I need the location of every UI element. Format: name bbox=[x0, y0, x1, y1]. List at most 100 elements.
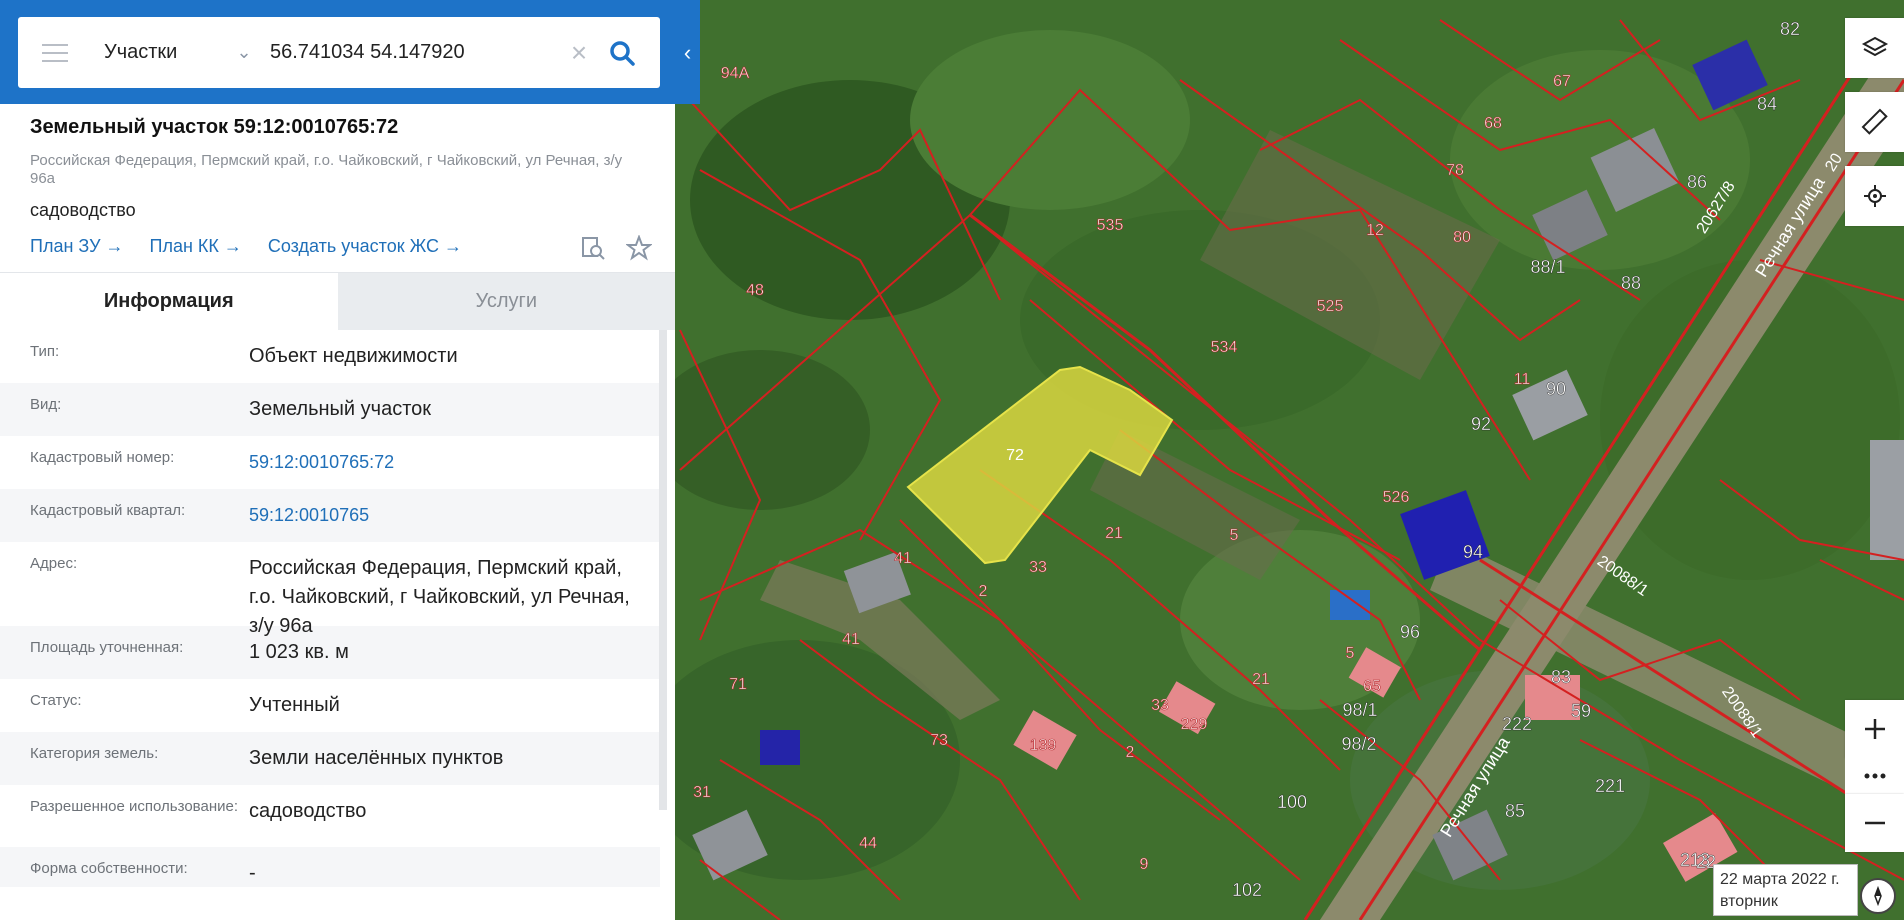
info-label: Тип: bbox=[30, 343, 60, 360]
parcel-number-label: 68 bbox=[1484, 115, 1502, 132]
parcel-number-label: 71 bbox=[729, 676, 747, 693]
parcel-title: Земельный участок 59:12:0010765:72 bbox=[30, 116, 399, 138]
road-label: 20088/1 bbox=[1594, 553, 1651, 600]
info-value: 1 023 кв. м bbox=[249, 641, 349, 663]
plan-zu-link[interactable]: План ЗУ → bbox=[30, 236, 124, 257]
info-row: Разрешенное использование: садоводство bbox=[0, 785, 660, 847]
create-parcel-link[interactable]: Создать участок ЖС → bbox=[268, 236, 462, 257]
zoom-out-button[interactable] bbox=[1845, 794, 1904, 852]
info-panel: Земельный участок 59:12:0010765:72 Росси… bbox=[0, 0, 675, 920]
parcel-number-label: 526 bbox=[1383, 489, 1410, 506]
info-row: Вид: Земельный участок bbox=[0, 383, 660, 436]
more-button[interactable] bbox=[1845, 758, 1904, 794]
info-value-link[interactable]: 59:12:0010765:72 bbox=[249, 448, 660, 477]
parcel-number-label: 229 bbox=[1181, 716, 1208, 733]
parcel-number-label: 33 bbox=[1029, 559, 1047, 576]
imagery-date-box: 22 марта 2022 г. вторник bbox=[1713, 864, 1858, 916]
layers-button[interactable] bbox=[1845, 18, 1904, 78]
ruler-icon bbox=[1861, 108, 1888, 135]
parcel-number-label: 98/1 bbox=[1342, 700, 1377, 720]
zoom-in-button[interactable] bbox=[1845, 700, 1904, 758]
chevron-down-icon[interactable]: ⌄ bbox=[232, 41, 256, 65]
parcel-links: План ЗУ → План КК → Создать участок ЖС → bbox=[30, 236, 462, 257]
parcel-number-label: 100 bbox=[1277, 792, 1307, 812]
parcel-number-label: 534 bbox=[1211, 339, 1238, 356]
parcel-number-label: 44 bbox=[859, 835, 877, 852]
search-input[interactable]: 56.741034 54.147920 bbox=[270, 41, 564, 64]
info-value: Объект недвижимости bbox=[249, 345, 458, 367]
parcel-number-label: 94 bbox=[1463, 542, 1483, 562]
crosshair-icon bbox=[1863, 185, 1886, 207]
info-row: Статус: Учтенный bbox=[0, 679, 660, 732]
info-label: Статус: bbox=[30, 692, 82, 709]
parcel-number-label: 41 bbox=[842, 631, 860, 648]
parcel-number-label: 41 bbox=[894, 550, 912, 567]
more-icon bbox=[1864, 773, 1885, 779]
clear-icon[interactable]: × bbox=[564, 37, 594, 69]
parcel-number-label: 67 bbox=[1553, 73, 1571, 90]
street-label: Речная улица bbox=[1436, 732, 1514, 840]
parcel-number-label: 85 bbox=[1505, 801, 1525, 821]
parcel-number-label: 5 bbox=[1346, 645, 1355, 662]
parcel-use: садоводство bbox=[30, 200, 136, 220]
info-value: Российская Федерация, Пермский край, г.о… bbox=[249, 557, 630, 637]
imagery-weekday: вторник bbox=[1720, 893, 1778, 910]
info-row: Кадастровый номер: 59:12:0010765:72 bbox=[0, 436, 660, 489]
info-label: Категория земель: bbox=[30, 745, 159, 762]
road-label: 20 bbox=[1822, 150, 1846, 174]
tab-services[interactable]: Услуги bbox=[337, 273, 675, 330]
info-value: садоводство bbox=[249, 800, 367, 822]
scrollbar[interactable] bbox=[659, 330, 667, 810]
parcel-number-label: 82 bbox=[1780, 19, 1800, 39]
panel-tabs: Информация Услуги bbox=[0, 272, 675, 330]
collapse-panel-icon[interactable]: ‹ bbox=[675, 33, 700, 73]
search-box: Участки ⌄ 56.741034 54.147920 × bbox=[18, 17, 660, 88]
compass-icon bbox=[1874, 886, 1882, 906]
parcel-number-label: 78 bbox=[1446, 162, 1464, 179]
info-label: Кадастровый номер: bbox=[30, 449, 175, 466]
parcel-number-label: 92 bbox=[1471, 414, 1491, 434]
layer-select[interactable]: Участки bbox=[104, 41, 224, 64]
parcel-number-label: 31 bbox=[693, 784, 711, 801]
info-value-link[interactable]: 59:12:0010765 bbox=[249, 501, 660, 530]
parcel-number-label: 73 bbox=[930, 732, 948, 749]
parcel-number-label: 221 bbox=[1595, 776, 1625, 796]
parcel-number-label: 525 bbox=[1317, 298, 1344, 315]
info-row: Форма собственности: - bbox=[0, 847, 660, 887]
info-row: Категория земель: Земли населённых пункто… bbox=[0, 732, 660, 785]
parcel-number-label: 21 bbox=[1105, 525, 1123, 542]
parcel-number-label: 535 bbox=[1097, 217, 1124, 234]
locate-button[interactable] bbox=[1845, 166, 1904, 226]
info-row: Адрес: Российская Федерация, Пермский кра… bbox=[0, 542, 660, 637]
panel-actions bbox=[580, 234, 653, 266]
info-value: Земли населённых пунктов bbox=[249, 747, 504, 769]
selected-parcel-label: 72 bbox=[1006, 447, 1024, 464]
search-icon[interactable] bbox=[602, 33, 642, 73]
info-label: Площадь уточненная: bbox=[30, 639, 184, 656]
info-label: Кадастровый квартал: bbox=[30, 502, 186, 519]
parcel-address: Российская Федерация, Пермский край, г.о… bbox=[30, 152, 623, 187]
parcel-number-label: 65 bbox=[1363, 678, 1381, 695]
minus-icon bbox=[1864, 821, 1885, 825]
parcel-number-label: 98/2 bbox=[1341, 734, 1376, 754]
parcel-number-label: 80 bbox=[1453, 229, 1471, 246]
search-bar: Участки ⌄ 56.741034 54.147920 × ‹ bbox=[0, 0, 700, 104]
street-label: Речная улица bbox=[1751, 172, 1829, 280]
menu-icon[interactable] bbox=[42, 43, 68, 62]
parcel-number-label: 90 bbox=[1546, 379, 1566, 399]
plan-kk-link[interactable]: План КК → bbox=[150, 236, 242, 257]
parcel-number-label: 59 bbox=[1571, 701, 1591, 721]
layers-icon bbox=[1861, 36, 1888, 57]
parcel-number-label: 94А bbox=[721, 65, 750, 82]
compass-button[interactable] bbox=[1860, 878, 1896, 914]
parcel-number-label: 2 bbox=[979, 583, 988, 600]
tab-information[interactable]: Информация bbox=[0, 273, 338, 330]
info-value: Учтенный bbox=[249, 694, 340, 716]
info-row: Кадастровый квартал: 59:12:0010765 bbox=[0, 489, 660, 542]
search-document-icon[interactable] bbox=[580, 235, 606, 266]
ruler-button[interactable] bbox=[1845, 92, 1904, 152]
parcel-number-label: 96 bbox=[1400, 622, 1420, 642]
star-icon[interactable] bbox=[625, 234, 653, 266]
parcel-number-label: 83 bbox=[1551, 667, 1571, 687]
parcel-number-label: 5 bbox=[1230, 527, 1239, 544]
